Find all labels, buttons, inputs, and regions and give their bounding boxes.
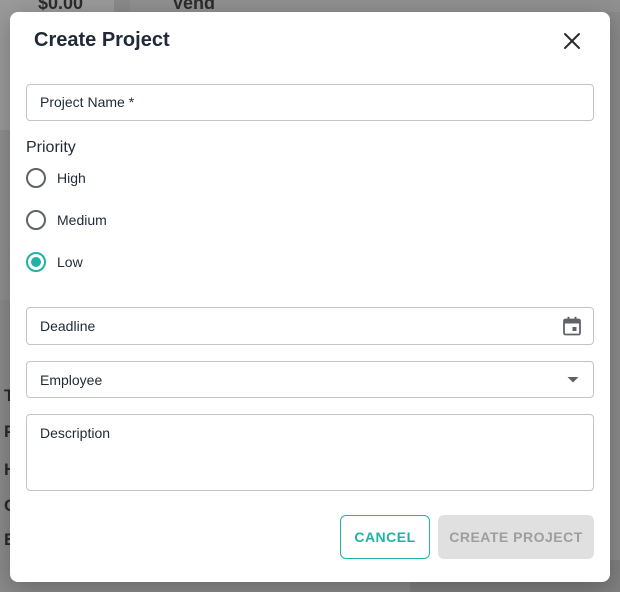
- priority-option-low[interactable]: Low: [26, 250, 83, 274]
- employee-label: Employee: [40, 372, 103, 388]
- create-project-button[interactable]: CREATE PROJECT: [438, 515, 594, 559]
- description-textarea[interactable]: Description: [26, 414, 594, 491]
- close-button[interactable]: [558, 27, 586, 55]
- project-name-input[interactable]: Project Name *: [26, 84, 594, 121]
- priority-option-high[interactable]: High: [26, 166, 86, 190]
- deadline-label: Deadline: [40, 318, 96, 334]
- dialog-title: Create Project: [34, 29, 170, 51]
- calendar-icon[interactable]: [562, 316, 582, 336]
- deadline-input[interactable]: Deadline: [26, 307, 594, 345]
- priority-label: Priority: [26, 139, 76, 156]
- description-label: Description: [40, 425, 111, 441]
- employee-select[interactable]: Employee: [26, 361, 594, 398]
- create-project-dialog: Create Project Project Name * Priority H…: [10, 12, 610, 582]
- chevron-down-icon: [567, 377, 579, 383]
- cancel-button[interactable]: CANCEL: [340, 515, 430, 559]
- priority-option-medium[interactable]: Medium: [26, 208, 107, 232]
- radio-label: High: [57, 170, 86, 186]
- radio-label: Medium: [57, 212, 107, 228]
- project-name-label: Project Name *: [40, 94, 135, 110]
- close-icon: [564, 33, 580, 49]
- radio-label: Low: [57, 254, 83, 270]
- radio-button[interactable]: [26, 210, 46, 230]
- radio-button[interactable]: [26, 168, 46, 188]
- radio-button-checked[interactable]: [26, 252, 46, 272]
